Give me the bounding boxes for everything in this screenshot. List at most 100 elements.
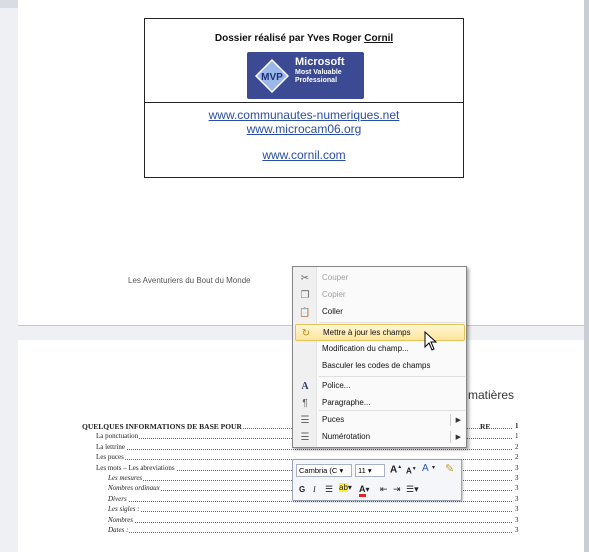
- context-menu-item-label: Puces: [322, 415, 345, 424]
- context-menu-item[interactable]: ↻ Mettre à jour les champs: [295, 324, 465, 341]
- context-menu-item-label: Couper: [322, 273, 349, 282]
- bullets-icon: ☰: [300, 415, 310, 426]
- submenu-arrow-icon: ▶: [455, 417, 461, 424]
- svg-text:MVP: MVP: [261, 72, 283, 83]
- toc-page-number: 3: [515, 515, 519, 524]
- toc-entry-label: Les puces: [96, 453, 125, 462]
- context-menu-item-label: Mettre à jour les champs: [323, 328, 411, 337]
- scissors-icon: ✂: [300, 273, 310, 284]
- submenu-arrow-icon: ▶: [455, 434, 461, 441]
- toc-entry-label: Les mesures: [108, 474, 144, 482]
- toc-page-number: 3: [515, 474, 519, 482]
- link-communautes[interactable]: www.communautes-numeriques.net: [145, 108, 463, 122]
- chevron-down-icon: ▾: [339, 466, 344, 475]
- toc-page-number: 2: [515, 442, 519, 451]
- author-name: Cornil: [364, 33, 394, 44]
- context-menu-item-label: Numérotation: [322, 432, 371, 441]
- mvp-logo-text: Microsoft Most Valuable Professional: [295, 56, 345, 85]
- toc-page-number: 1: [515, 432, 519, 441]
- context-menu-item: ❐ Copier: [295, 287, 465, 304]
- toc-entry[interactable]: Dates : 3: [82, 526, 522, 536]
- context-menu-item[interactable]: ☰ Puces ▶: [295, 412, 465, 429]
- toc-entry-label: Les sigles :: [108, 505, 141, 514]
- mini-toolbar: Cambria (C ▾ 11 ▾ A▲ A▼ A ▾ ✎ G I ☰ ab▾ …: [292, 459, 462, 501]
- toc-entry-label: Nombres ordinaux: [108, 484, 161, 493]
- toc-title: matières: [468, 388, 515, 402]
- toc-entry-label: Dates :: [108, 526, 130, 534]
- context-menu-item-label: Police...: [322, 381, 351, 390]
- update-fields-icon: ↻: [301, 328, 311, 339]
- styles-button[interactable]: A: [422, 463, 429, 474]
- mvp-logo-line-1: Microsoft: [295, 56, 345, 68]
- context-menu-item-label: Coller: [322, 307, 343, 316]
- toc-entry[interactable]: Nombres 3: [82, 515, 522, 526]
- toc-page-number: 3: [515, 463, 519, 472]
- context-menu: ✂ Couper ❐ Copier 📋 Coller ↻ Mettre à jour les …: [292, 266, 467, 448]
- font-name-combo[interactable]: Cambria (C ▾: [296, 464, 352, 477]
- context-menu-separator: [319, 322, 465, 323]
- grow-font-button[interactable]: A▲: [390, 464, 402, 475]
- toc-leader-dots: [108, 532, 512, 533]
- toc-entry-label: La ponctuation: [96, 432, 140, 441]
- author-prefix: Dossier réalisé par Yves Roger: [214, 33, 365, 44]
- toc-page-number: 3: [515, 484, 519, 493]
- context-menu-item[interactable]: Basculer les codes de champs: [295, 358, 465, 375]
- font-size-combo[interactable]: 11 ▾: [355, 464, 385, 477]
- cover-footer: Les Aventuriers du Bout du Monde: [128, 276, 251, 285]
- mvp-diamond-icon: MVP: [255, 59, 289, 93]
- context-menu-item: ✂ Couper: [295, 270, 465, 287]
- word-document-window: Dossier réalisé par Yves Roger Cornil MV…: [0, 0, 589, 552]
- context-menu-item-label: Modification du champ...: [322, 344, 409, 353]
- context-menu-item[interactable]: 📋 Coller: [295, 304, 465, 321]
- increase-indent-icon[interactable]: ⇥: [393, 484, 401, 495]
- chevron-down-icon: ▾: [367, 466, 372, 475]
- bullets-icon[interactable]: ☰▾: [406, 484, 419, 495]
- context-menu-item[interactable]: Modification du champ...: [295, 341, 465, 358]
- bold-button[interactable]: G: [299, 485, 305, 494]
- toc-leader-dots: [96, 448, 512, 450]
- copy-icon: ❐: [300, 290, 310, 301]
- toc-entry[interactable]: Les sigles : 3: [82, 505, 522, 515]
- highlight-button[interactable]: ab▾: [339, 483, 352, 492]
- format-painter-icon[interactable]: ✎: [445, 462, 454, 475]
- link-microcam[interactable]: www.microcam06.org: [145, 122, 463, 136]
- toc-page-number: 3: [515, 505, 519, 514]
- toc-page-number: 3: [515, 526, 519, 534]
- italic-button[interactable]: I: [313, 485, 316, 494]
- context-menu-item[interactable]: A Police...: [295, 378, 465, 395]
- center-align-icon[interactable]: ☰: [325, 484, 333, 495]
- submenu-separator: [450, 414, 451, 426]
- toc-entry-label: La lettrine: [96, 442, 126, 451]
- paste-icon: 📋: [299, 307, 311, 317]
- shrink-font-button[interactable]: A▼: [406, 466, 417, 476]
- context-menu-item[interactable]: ☰ Numérotation ▶: [295, 429, 465, 446]
- toc-page-number: 2: [515, 453, 519, 462]
- toc-entry-label: QUELQUES INFORMATIONS DE BASE POUR: [82, 422, 243, 431]
- context-menu-item-label: Basculer les codes de champs: [322, 361, 431, 370]
- chevron-down-icon[interactable]: ▾: [432, 464, 435, 471]
- context-menu-item-label: Paragraphe...: [322, 398, 371, 407]
- font-size-value: 11: [358, 466, 366, 475]
- font-color-button[interactable]: A▾: [359, 484, 370, 497]
- mvp-logo: MVP Microsoft Most Valuable Professional: [247, 52, 364, 99]
- decrease-indent-icon[interactable]: ⇤: [380, 484, 388, 495]
- numbering-icon: ☰: [300, 432, 310, 443]
- toc-leader-dots: [108, 511, 512, 513]
- box-divider: [145, 102, 463, 103]
- mvp-logo-line-2: Most Valuable: [295, 69, 342, 76]
- paragraph-icon: ¶: [302, 398, 308, 409]
- toc-leader-dots: [108, 521, 512, 523]
- toc-entry-suffix: RE: [480, 422, 492, 431]
- toc-entry-label: Divers: [108, 494, 128, 503]
- link-cornil[interactable]: www.cornil.com: [145, 148, 463, 162]
- font-name-value: Cambria (C: [299, 466, 338, 475]
- toc-page-number: 1: [515, 422, 519, 430]
- toc-page-number: 3: [515, 494, 519, 503]
- submenu-separator: [450, 431, 451, 443]
- toc-entry-label: Nombres: [108, 515, 135, 524]
- toc-entry-label: Les mots – Les abreviations: [96, 463, 176, 472]
- vertical-scrollbar[interactable]: [584, 0, 589, 552]
- author-line: Dossier réalisé par Yves Roger Cornil: [145, 33, 463, 44]
- cover-info-box: Dossier réalisé par Yves Roger Cornil MV…: [144, 18, 464, 178]
- context-menu-separator: [319, 376, 465, 377]
